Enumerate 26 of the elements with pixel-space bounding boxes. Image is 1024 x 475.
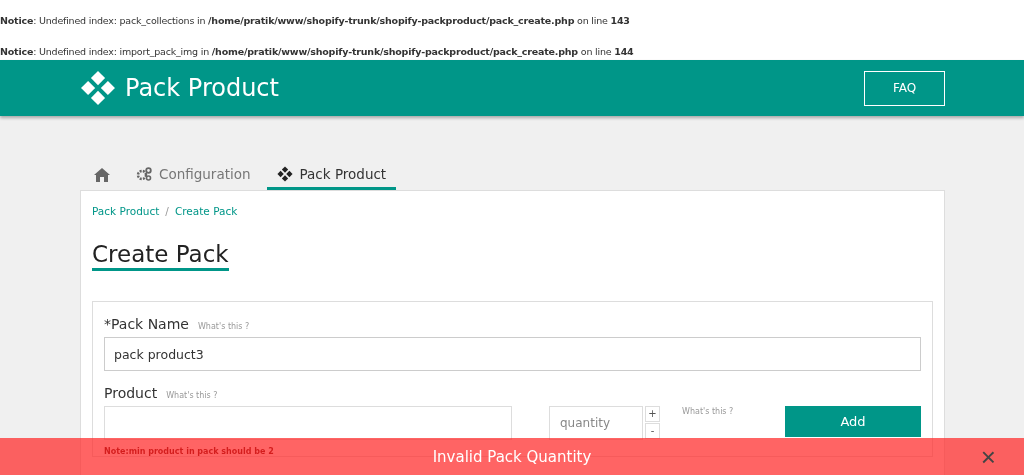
pack-icon <box>276 166 293 182</box>
decrement-button[interactable]: - <box>645 423 660 439</box>
faq-button[interactable]: FAQ <box>864 70 945 106</box>
gears-icon <box>136 167 152 181</box>
breadcrumb-separator: / <box>165 205 169 217</box>
help-link[interactable]: What's this ? <box>682 407 734 416</box>
logo-icon <box>80 70 116 106</box>
help-link[interactable]: What's this ? <box>197 322 250 331</box>
error-notice: Notice: Undefined index: import_pack_img in /home/pratik/www/shopify-trunk/shopify-packproduct/pack_create.php on line 144 <box>0 45 635 59</box>
home-icon <box>94 168 110 182</box>
breadcrumb-link[interactable]: Create Pack <box>174 205 238 217</box>
close-button[interactable]: × <box>980 444 996 470</box>
help-link[interactable]: What's this ? <box>166 391 218 400</box>
breadcrumb-link[interactable]: Pack Product <box>92 205 160 217</box>
product-field[interactable] <box>104 406 512 440</box>
quantity-field[interactable]: quantity <box>549 406 643 440</box>
page-heading: Create Pack <box>92 241 229 271</box>
error-notice: Notice: Undefined index: pack_collections in /home/pratik/www/shopify-trunk/shopify-packproduct/pack_create.php on line 143 <box>0 14 631 28</box>
toast-message: Invalid Pack Quantity <box>432 447 592 466</box>
increment-button[interactable]: + <box>645 406 660 422</box>
field-label: Product <box>104 385 158 401</box>
field-label: *Pack Name <box>104 316 189 332</box>
nav-tab[interactable]: Configuration <box>126 162 261 190</box>
pack-name-field[interactable]: pack product3 <box>104 337 921 371</box>
add-button[interactable]: Add <box>785 406 921 437</box>
app-title: Pack Product <box>125 74 279 102</box>
